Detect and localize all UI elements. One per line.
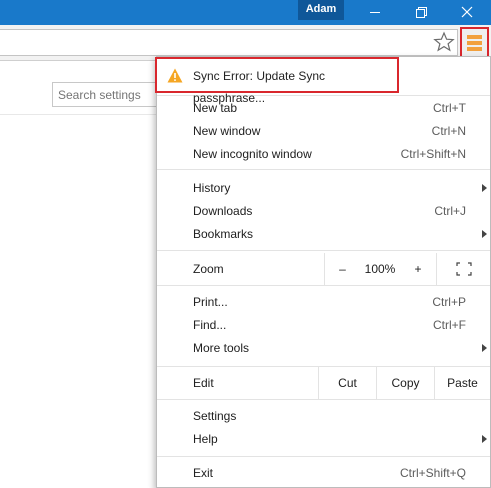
menu-item-label: Help: [193, 432, 218, 446]
address-bar[interactable]: [0, 29, 458, 56]
hamburger-menu-icon: [467, 35, 482, 51]
minimize-button[interactable]: [352, 0, 398, 25]
submenu-arrow-icon: [482, 184, 487, 192]
menu-item-new-incognito-window[interactable]: New incognito window Ctrl+Shift+N: [157, 143, 490, 165]
menu-item-label: Find...: [193, 318, 227, 332]
menu-item-settings[interactable]: Settings: [157, 405, 490, 427]
menu-separator: [157, 169, 490, 170]
menu-separator: [157, 399, 490, 400]
zoom-out-button[interactable]: –: [324, 253, 360, 285]
menu-item-find[interactable]: Find... Ctrl+F: [157, 314, 490, 336]
menu-item-sync-error[interactable]: Sync Error: Update Sync passphrase...: [157, 65, 397, 105]
fullscreen-button[interactable]: [436, 253, 490, 285]
menu-item-shortcut: Ctrl+Shift+Q: [399, 466, 466, 480]
warning-icon: [167, 68, 183, 83]
menu-item-print[interactable]: Print... Ctrl+P: [157, 291, 490, 313]
sync-error-label: Sync Error: Update Sync passphrase...: [193, 69, 326, 105]
edit-row: Edit Cut Copy Paste: [157, 367, 490, 399]
window-titlebar: Adam: [0, 0, 491, 25]
menu-item-new-window[interactable]: New window Ctrl+N: [157, 120, 490, 142]
menu-item-more-tools[interactable]: More tools: [157, 337, 490, 359]
edit-label: Edit: [193, 376, 214, 390]
submenu-arrow-icon: [482, 435, 487, 443]
menu-item-shortcut: Ctrl+N: [431, 124, 466, 138]
menu-item-label: More tools: [193, 341, 250, 355]
menu-item-label: New window: [193, 124, 261, 138]
zoom-in-button[interactable]: +: [400, 253, 436, 285]
fullscreen-icon: [456, 262, 472, 276]
zoom-label: Zoom: [193, 262, 224, 276]
menu-item-label: Bookmarks: [193, 227, 254, 241]
menu-item-label: Downloads: [193, 204, 253, 218]
divider: [0, 114, 160, 115]
menu-item-history[interactable]: History: [157, 177, 490, 199]
menu-item-bookmarks[interactable]: Bookmarks: [157, 223, 490, 245]
menu-item-shortcut: Ctrl+F: [433, 318, 466, 332]
star-icon[interactable]: [433, 31, 455, 53]
submenu-arrow-icon: [482, 230, 487, 238]
copy-button[interactable]: Copy: [376, 367, 434, 399]
close-button[interactable]: [444, 0, 490, 25]
menu-separator: [157, 456, 490, 457]
menu-item-shortcut: Ctrl+P: [432, 295, 466, 309]
zoom-level: 100%: [364, 262, 396, 276]
chrome-menu: New tab Ctrl+T New window Ctrl+N New inc…: [156, 56, 491, 488]
close-icon: [461, 6, 473, 18]
zoom-row: Zoom – 100% +: [157, 253, 490, 285]
sync-error-highlight: Sync Error: Update Sync passphrase...: [155, 57, 399, 105]
search-settings-input[interactable]: [52, 82, 162, 107]
cut-button[interactable]: Cut: [318, 367, 376, 399]
menu-item-shortcut: Ctrl+T: [433, 101, 466, 115]
menu-item-label: Exit: [193, 466, 214, 480]
menu-item-help[interactable]: Help: [157, 428, 490, 450]
menu-item-label: History: [193, 181, 231, 195]
chrome-menu-button[interactable]: [460, 27, 489, 58]
restore-icon: [416, 7, 427, 18]
menu-item-downloads[interactable]: Downloads Ctrl+J: [157, 200, 490, 222]
menu-separator: [157, 250, 490, 251]
menu-item-label: Settings: [193, 409, 237, 423]
minimize-icon: [370, 12, 380, 13]
paste-button[interactable]: Paste: [434, 367, 490, 399]
menu-separator: [157, 285, 490, 286]
submenu-arrow-icon: [482, 344, 487, 352]
restore-button[interactable]: [398, 0, 444, 25]
menu-item-shortcut: Ctrl+J: [434, 204, 466, 218]
menu-item-shortcut: Ctrl+Shift+N: [400, 147, 466, 161]
menu-item-label: New incognito window: [193, 147, 312, 161]
profile-badge[interactable]: Adam: [298, 0, 344, 20]
menu-item-label: Print...: [193, 295, 228, 309]
menu-item-exit[interactable]: Exit Ctrl+Shift+Q: [157, 462, 490, 484]
